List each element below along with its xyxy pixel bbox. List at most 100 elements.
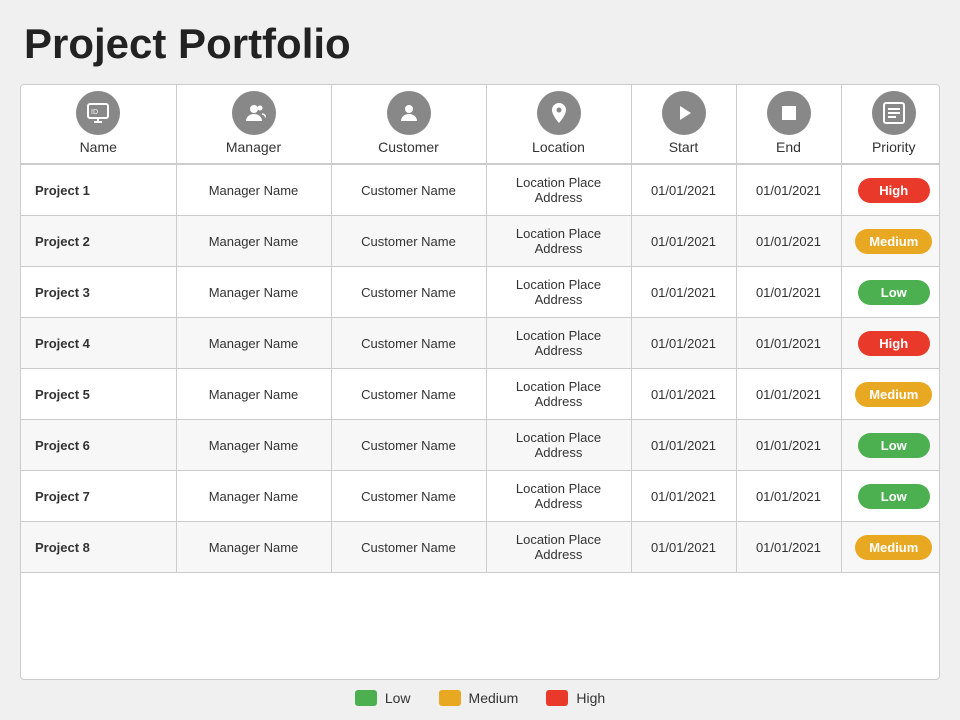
priority-badge: High — [858, 178, 930, 203]
cell-manager: Manager Name — [176, 420, 331, 471]
cell-start: 01/01/2021 — [631, 267, 736, 318]
cell-customer: Customer Name — [331, 318, 486, 369]
cell-end: 01/01/2021 — [736, 420, 841, 471]
cell-priority: High — [841, 318, 940, 369]
priority-badge: Low — [858, 484, 930, 509]
cell-location: Location Place Address — [486, 318, 631, 369]
priority-badge: High — [858, 331, 930, 356]
cell-name: Project 3 — [21, 267, 176, 318]
cell-manager: Manager Name — [176, 369, 331, 420]
cell-end: 01/01/2021 — [736, 318, 841, 369]
cell-end: 01/01/2021 — [736, 471, 841, 522]
customer-icon — [387, 91, 431, 135]
table-row: Project 7Manager NameCustomer NameLocati… — [21, 471, 940, 522]
cell-location: Location Place Address — [486, 522, 631, 573]
cell-name: Project 7 — [21, 471, 176, 522]
table-row: Project 8Manager NameCustomer NameLocati… — [21, 522, 940, 573]
page-title: Project Portfolio — [20, 20, 940, 68]
cell-name: Project 2 — [21, 216, 176, 267]
table-row: Project 3Manager NameCustomer NameLocati… — [21, 267, 940, 318]
legend-item-low: Low — [355, 690, 411, 706]
th-label-location: Location — [532, 139, 585, 155]
legend-label-high: High — [576, 690, 605, 706]
cell-priority: Low — [841, 420, 940, 471]
cell-customer: Customer Name — [331, 216, 486, 267]
cell-start: 01/01/2021 — [631, 318, 736, 369]
cell-location: Location Place Address — [486, 369, 631, 420]
table-row: Project 4Manager NameCustomer NameLocati… — [21, 318, 940, 369]
cell-priority: Medium — [841, 369, 940, 420]
th-end: End — [736, 85, 841, 164]
cell-manager: Manager Name — [176, 267, 331, 318]
priority-badge: Medium — [855, 229, 932, 254]
cell-location: Location Place Address — [486, 471, 631, 522]
th-priority: Priority — [841, 85, 940, 164]
cell-name: Project 6 — [21, 420, 176, 471]
project-table: ID Name Manager Customer — [21, 85, 940, 573]
cell-manager: Manager Name — [176, 164, 331, 216]
cell-priority: Medium — [841, 522, 940, 573]
th-customer: Customer — [331, 85, 486, 164]
cell-end: 01/01/2021 — [736, 522, 841, 573]
cell-manager: Manager Name — [176, 471, 331, 522]
cell-start: 01/01/2021 — [631, 420, 736, 471]
start-icon — [662, 91, 706, 135]
cell-name: Project 4 — [21, 318, 176, 369]
cell-end: 01/01/2021 — [736, 164, 841, 216]
name-icon: ID — [76, 91, 120, 135]
table-row: Project 6Manager NameCustomer NameLocati… — [21, 420, 940, 471]
legend-color-low — [355, 690, 377, 706]
priority-badge: Medium — [855, 382, 932, 407]
cell-location: Location Place Address — [486, 164, 631, 216]
cell-location: Location Place Address — [486, 216, 631, 267]
cell-customer: Customer Name — [331, 164, 486, 216]
cell-customer: Customer Name — [331, 369, 486, 420]
cell-customer: Customer Name — [331, 471, 486, 522]
cell-customer: Customer Name — [331, 267, 486, 318]
location-icon — [537, 91, 581, 135]
cell-name: Project 5 — [21, 369, 176, 420]
cell-priority: High — [841, 164, 940, 216]
cell-customer: Customer Name — [331, 522, 486, 573]
priority-icon — [872, 91, 916, 135]
th-name: ID Name — [21, 85, 176, 164]
cell-customer: Customer Name — [331, 420, 486, 471]
th-label-priority: Priority — [872, 139, 916, 155]
priority-badge: Medium — [855, 535, 932, 560]
legend-color-high — [546, 690, 568, 706]
th-label-end: End — [776, 139, 801, 155]
cell-end: 01/01/2021 — [736, 216, 841, 267]
table-row: Project 2Manager NameCustomer NameLocati… — [21, 216, 940, 267]
svg-text:ID: ID — [91, 109, 98, 116]
th-label-start: Start — [669, 139, 699, 155]
cell-location: Location Place Address — [486, 420, 631, 471]
priority-badge: Low — [858, 433, 930, 458]
cell-manager: Manager Name — [176, 216, 331, 267]
th-label-name: Name — [80, 139, 117, 155]
legend: Low Medium High — [20, 680, 940, 710]
legend-item-high: High — [546, 690, 605, 706]
cell-start: 01/01/2021 — [631, 522, 736, 573]
th-start: Start — [631, 85, 736, 164]
table-row: Project 5Manager NameCustomer NameLocati… — [21, 369, 940, 420]
cell-location: Location Place Address — [486, 267, 631, 318]
end-icon — [767, 91, 811, 135]
legend-label-medium: Medium — [469, 690, 519, 706]
cell-priority: Low — [841, 471, 940, 522]
cell-end: 01/01/2021 — [736, 369, 841, 420]
cell-start: 01/01/2021 — [631, 164, 736, 216]
th-location: Location — [486, 85, 631, 164]
table-row: Project 1Manager NameCustomer NameLocati… — [21, 164, 940, 216]
manager-icon — [232, 91, 276, 135]
cell-name: Project 1 — [21, 164, 176, 216]
cell-end: 01/01/2021 — [736, 267, 841, 318]
project-table-container: ID Name Manager Customer — [20, 84, 940, 680]
cell-priority: Medium — [841, 216, 940, 267]
cell-priority: Low — [841, 267, 940, 318]
cell-start: 01/01/2021 — [631, 471, 736, 522]
th-label-customer: Customer — [378, 139, 439, 155]
legend-label-low: Low — [385, 690, 411, 706]
cell-manager: Manager Name — [176, 318, 331, 369]
legend-item-medium: Medium — [439, 690, 519, 706]
cell-name: Project 8 — [21, 522, 176, 573]
